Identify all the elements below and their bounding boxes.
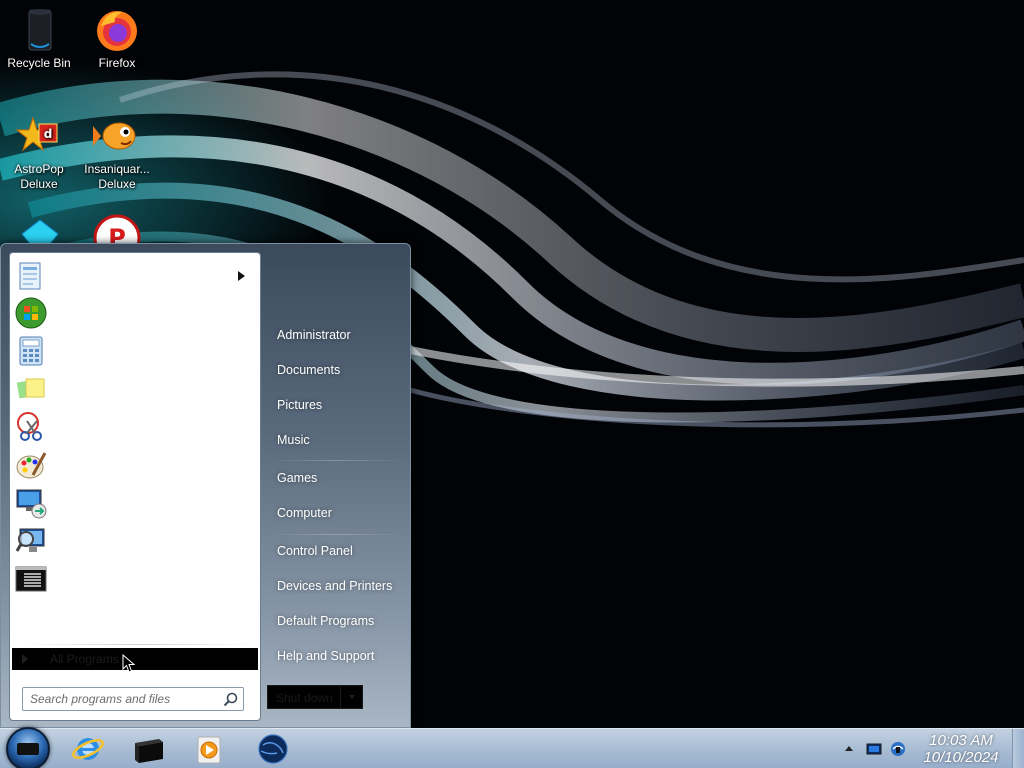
sticky-notes-icon (15, 373, 47, 405)
desktop-icon-insaniquarium[interactable]: Insaniquar... Deluxe (78, 112, 156, 192)
start-item-administrator[interactable]: Administrator (273, 320, 403, 350)
clock-date: 10/10/2024 (923, 749, 999, 766)
network-icon[interactable] (890, 741, 906, 757)
pinned-program-remote-desktop[interactable] (13, 484, 253, 520)
command-prompt-icon (15, 563, 47, 595)
network-globe-icon (258, 734, 288, 764)
start-item-computer[interactable]: Computer (273, 498, 403, 528)
pinned-program-command-prompt[interactable] (13, 560, 253, 596)
astropop-icon: d (15, 112, 63, 160)
desktop-icon-recycle-bin[interactable]: Recycle Bin (0, 6, 78, 71)
start-item-default-programs[interactable]: Default Programs (273, 606, 403, 636)
pinned-program-magnifier[interactable] (13, 522, 253, 558)
mouse-cursor-icon (122, 654, 136, 673)
insaniquarium-icon (93, 112, 141, 160)
start-item-pictures[interactable]: Pictures (273, 390, 403, 420)
taskbar-internet-explorer[interactable] (70, 733, 106, 765)
desktop-icon-label: Insaniquar... Deluxe (84, 162, 150, 191)
shutdown-label: Shut down (276, 691, 333, 705)
submenu-arrow-icon[interactable] (238, 271, 245, 281)
start-menu: All Programs Administrator Documents Pic… (0, 243, 411, 728)
desktop-icon-label: Firefox (98, 56, 136, 70)
calculator-icon (15, 335, 47, 367)
getting-started-icon (15, 260, 47, 292)
taskbar-command-prompt[interactable] (131, 733, 167, 765)
pinned-program-getting-started[interactable] (13, 257, 253, 293)
magnifier-icon (15, 525, 47, 557)
desktop-icon-label: Recycle Bin (7, 56, 71, 70)
desktop-icon-label: AstroPop Deluxe (14, 162, 64, 191)
paint-icon (15, 449, 47, 481)
windows-media-center-icon (15, 297, 47, 329)
bejeweled-icon[interactable] (20, 218, 60, 244)
svg-text:d: d (44, 127, 53, 141)
shutdown-button[interactable]: Shut down (267, 685, 363, 709)
desktop-icon-astropop[interactable]: d AstroPop Deluxe (0, 112, 78, 192)
show-hidden-icons-button[interactable] (845, 746, 853, 751)
clock-time: 10:03 AM (929, 732, 993, 749)
programs-separator (20, 644, 256, 645)
start-item-music[interactable]: Music (273, 425, 403, 455)
show-desktop-button[interactable] (1012, 729, 1024, 768)
svg-text:P: P (108, 224, 126, 244)
all-programs-label: All Programs (50, 652, 119, 666)
start-menu-places-pane: Administrator Documents Pictures Music G… (263, 244, 411, 729)
pinned-program-snipping-tool[interactable] (13, 408, 253, 444)
start-item-documents[interactable]: Documents (273, 355, 403, 385)
shutdown-options-chevron-icon[interactable] (340, 686, 362, 708)
taskbar-network-globe[interactable] (255, 733, 291, 765)
windows-media-player-icon (197, 736, 221, 764)
action-center-icon[interactable] (866, 741, 882, 757)
windows-logo-icon (17, 743, 39, 755)
pinned-program-sticky-notes[interactable] (13, 370, 253, 406)
peggle-icon[interactable]: P (93, 214, 141, 244)
search-box[interactable] (22, 687, 244, 711)
firefox-icon (93, 6, 141, 54)
desktop-icon-firefox[interactable]: Firefox (78, 6, 156, 71)
places-separator (269, 534, 405, 535)
start-button[interactable] (6, 727, 50, 768)
start-menu-programs-pane: All Programs (9, 252, 261, 721)
system-clock[interactable]: 10:03 AM 10/10/2024 (918, 732, 1004, 766)
start-item-devices-and-printers[interactable]: Devices and Printers (273, 571, 403, 601)
remote-desktop-icon (15, 487, 47, 519)
taskbar-media-player[interactable] (192, 733, 228, 765)
internet-explorer-icon (72, 738, 104, 760)
start-item-control-panel[interactable]: Control Panel (273, 536, 403, 566)
pinned-program-media-center[interactable] (13, 294, 253, 330)
places-separator (269, 460, 405, 461)
start-item-help-and-support[interactable]: Help and Support (273, 641, 403, 671)
pinned-program-calculator[interactable] (13, 332, 253, 368)
recycle-bin-icon (15, 6, 63, 54)
all-programs-arrow-icon (22, 654, 28, 664)
search-input[interactable] (23, 688, 219, 710)
taskbar: 10:03 AM 10/10/2024 (0, 727, 1024, 768)
command-prompt-icon (135, 739, 163, 763)
search-icon[interactable] (223, 692, 238, 707)
pinned-program-paint[interactable] (13, 446, 253, 482)
all-programs-button[interactable]: All Programs (12, 648, 258, 673)
start-item-games[interactable]: Games (273, 463, 403, 493)
snipping-tool-icon (15, 411, 47, 443)
